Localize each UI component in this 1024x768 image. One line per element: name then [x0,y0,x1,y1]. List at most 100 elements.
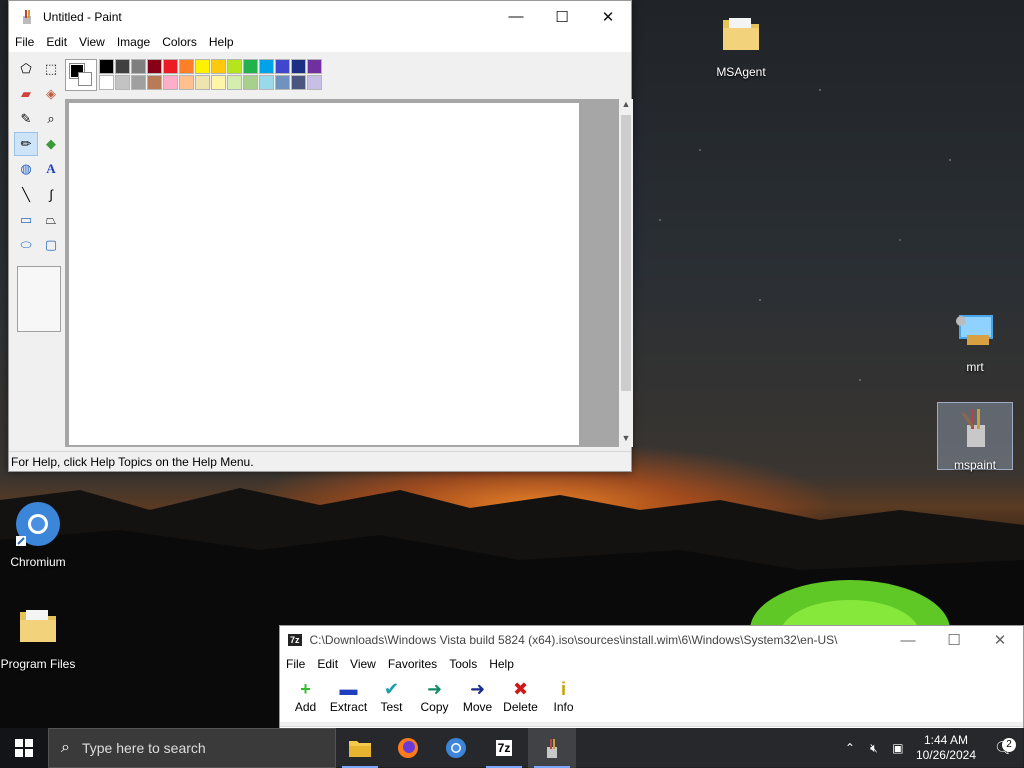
close-button[interactable]: ✕ [977,626,1023,654]
color-swatch[interactable] [131,59,146,74]
menu-help[interactable]: Help [483,657,520,671]
menu-favorites[interactable]: Favorites [382,657,443,671]
color-swatch[interactable] [243,59,258,74]
menu-file[interactable]: File [280,657,311,671]
rounded-rect-icon[interactable]: ▢ [39,233,63,257]
magnifier-icon[interactable]: ⌕ [39,107,63,131]
desktop-icon-chromium[interactable]: Chromium [0,500,76,569]
7zip-titlebar[interactable]: 7z C:\Downloads\Windows Vista build 5824… [280,626,1023,654]
menu-view[interactable]: View [73,35,111,49]
color-swatch[interactable] [275,59,290,74]
color-swatch[interactable] [291,59,306,74]
taskbar-7zip[interactable]: 7z [480,728,528,768]
color-swatch[interactable] [163,59,178,74]
ellipse-icon[interactable]: ⬭ [14,233,38,257]
taskbar-file-explorer[interactable] [336,728,384,768]
move-button[interactable]: ➜ Move [456,674,499,722]
color-swatch[interactable] [291,75,306,90]
scroll-down-icon[interactable]: ▼ [619,433,633,447]
color-picker-icon[interactable]: ✎ [14,107,38,131]
menu-file[interactable]: File [9,35,40,49]
copy-button[interactable]: ➜ Copy [413,674,456,722]
taskbar-firefox[interactable] [384,728,432,768]
desktop-icon-program-files[interactable]: Program Files [0,602,76,671]
color-swatch[interactable] [227,75,242,90]
text-icon[interactable]: A [39,157,63,181]
color-swatch[interactable] [259,59,274,74]
color-swatch[interactable] [227,59,242,74]
test-button[interactable]: ✔ Test [370,674,413,722]
search-box[interactable]: ⌕ Type here to search [48,728,336,768]
brush-icon[interactable]: ◆ [39,132,63,156]
curve-icon[interactable]: ∫ [39,182,63,206]
delete-button[interactable]: ✖ Delete [499,674,542,722]
maximize-button[interactable]: ☐ [539,1,585,32]
action-center-button[interactable]: 🗨︎ 2 [984,738,1024,758]
color-swatch[interactable] [211,59,226,74]
minimize-button[interactable]: — [493,1,539,32]
delete-icon: ✖ [512,678,529,699]
clock[interactable]: 1:44 AM 10/26/2024 [916,733,976,763]
minimize-button[interactable]: — [885,626,931,654]
color-swatch[interactable] [99,75,114,90]
extract-button[interactable]: ▬ Extract [327,674,370,722]
color-swatch[interactable] [243,75,258,90]
desktop-icon-label: mrt [966,360,984,374]
add-button[interactable]: + Add [284,674,327,722]
line-icon[interactable]: ╲ [14,183,38,207]
chevron-up-icon[interactable]: ⌃ [838,741,862,755]
close-button[interactable]: ✕ [585,1,631,32]
menu-image[interactable]: Image [111,35,156,49]
color-swatch[interactable] [307,59,322,74]
color-swatch[interactable] [275,75,290,90]
info-icon: i [560,678,566,699]
maximize-button[interactable]: ☐ [931,626,977,654]
menu-view[interactable]: View [344,657,382,671]
menu-tools[interactable]: Tools [443,657,483,671]
desktop-icon-mrt[interactable]: mrt [937,305,1013,374]
paint-icon [547,739,557,758]
color-swatch[interactable] [179,75,194,90]
rect-select-icon[interactable]: ⬚ [39,57,63,81]
color-swatch[interactable] [195,59,210,74]
drawing-canvas[interactable] [69,103,579,445]
airbrush-icon[interactable]: ◍ [14,157,38,181]
7zip-toolbar: + Add ▬ Extract ✔ Test ➜ Copy ➜ Move ✖ Delete i Info [280,674,1023,722]
color-swatch[interactable] [115,75,130,90]
color-swatch[interactable] [163,75,178,90]
volume-muted-icon[interactable]: 🔇︎ [862,741,886,756]
fill-icon[interactable]: ◈ [39,82,63,106]
color-swatch[interactable] [147,75,162,90]
taskbar-chromium[interactable] [432,728,480,768]
eraser-icon[interactable]: ▰ [14,82,38,106]
color-swatch[interactable] [211,75,226,90]
info-button[interactable]: i Info [542,674,585,722]
taskbar-paint[interactable] [528,728,576,768]
menu-edit[interactable]: Edit [40,35,73,49]
desktop-icon-mspaint[interactable]: mspaint [937,402,1013,472]
tool-options-box[interactable] [17,265,61,332]
color-swatch[interactable] [179,59,194,74]
color-swatch[interactable] [99,59,114,74]
scroll-up-icon[interactable]: ▲ [619,99,633,113]
vertical-scrollbar[interactable]: ▲ ▼ [619,99,633,447]
menu-edit[interactable]: Edit [311,657,344,671]
pencil-icon[interactable]: ✏ [14,132,38,156]
free-select-icon[interactable]: ⬠ [14,57,38,81]
network-icon[interactable]: ▣ [886,741,910,755]
desktop-icon-msagent[interactable]: MSAgent [703,10,779,79]
color-swatch[interactable] [147,59,162,74]
start-button[interactable] [0,728,48,768]
polygon-icon[interactable]: ⏢ [39,208,63,232]
color-swatch[interactable] [259,75,274,90]
color-swatch[interactable] [307,75,322,90]
color-swatch[interactable] [115,59,130,74]
paint-titlebar[interactable]: Untitled - Paint — ☐ ✕ [9,1,631,32]
color-swatch[interactable] [195,75,210,90]
menu-help[interactable]: Help [203,35,240,49]
menu-colors[interactable]: Colors [156,35,203,49]
rectangle-icon[interactable]: ▭ [14,208,38,232]
current-colors[interactable] [65,59,97,91]
scroll-thumb[interactable] [621,115,631,391]
color-swatch[interactable] [131,75,146,90]
